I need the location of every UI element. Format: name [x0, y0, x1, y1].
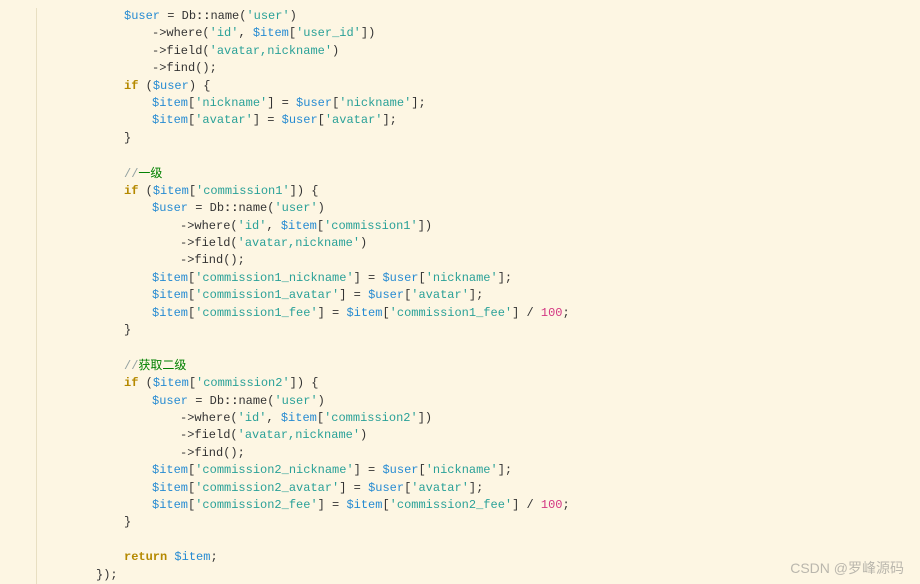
code-line — [40, 532, 920, 549]
gutter-line — [36, 8, 37, 584]
code-line: $item['commission2_fee'] = $item['commis… — [40, 497, 920, 514]
code-line: //获取二级 — [40, 357, 920, 375]
code-line: $item['nickname'] = $user['nickname']; — [40, 95, 920, 112]
code-line — [40, 147, 920, 164]
code-line — [40, 339, 920, 356]
code-line: } — [40, 130, 920, 147]
code-block: $user = Db::name('user') ->where('id', $… — [0, 8, 920, 584]
code-line: $user = Db::name('user') — [40, 200, 920, 217]
code-line: if ($item['commission2']) { — [40, 375, 920, 392]
code-line: }); — [40, 567, 920, 584]
code-line: $user = Db::name('user') — [40, 393, 920, 410]
code-line: ->where('id', $item['commission1']) — [40, 218, 920, 235]
code-line: ->where('id', $item['user_id']) — [40, 25, 920, 42]
code-line: ->field('avatar,nickname') — [40, 43, 920, 60]
code-line: } — [40, 322, 920, 339]
code-line: if ($item['commission1']) { — [40, 183, 920, 200]
code-line: ->find(); — [40, 60, 920, 77]
code-line: $item['commission1_nickname'] = $user['n… — [40, 270, 920, 287]
code-line: if ($user) { — [40, 78, 920, 95]
code-line: $item['avatar'] = $user['avatar']; — [40, 112, 920, 129]
code-line: //一级 — [40, 165, 920, 183]
code-line: ->field('avatar,nickname') — [40, 427, 920, 444]
code-line: $item['commission2_nickname'] = $user['n… — [40, 462, 920, 479]
code-line: $item['commission1_avatar'] = $user['ava… — [40, 287, 920, 304]
code-line: ->find(); — [40, 445, 920, 462]
code-line: $user = Db::name('user') — [40, 8, 920, 25]
code-line: } — [40, 514, 920, 531]
code-line: ->field('avatar,nickname') — [40, 235, 920, 252]
code-line: $item['commission1_fee'] = $item['commis… — [40, 305, 920, 322]
code-line: ->where('id', $item['commission2']) — [40, 410, 920, 427]
code-line: $item['commission2_avatar'] = $user['ava… — [40, 480, 920, 497]
code-line: ->find(); — [40, 252, 920, 269]
code-line: return $item; — [40, 549, 920, 566]
